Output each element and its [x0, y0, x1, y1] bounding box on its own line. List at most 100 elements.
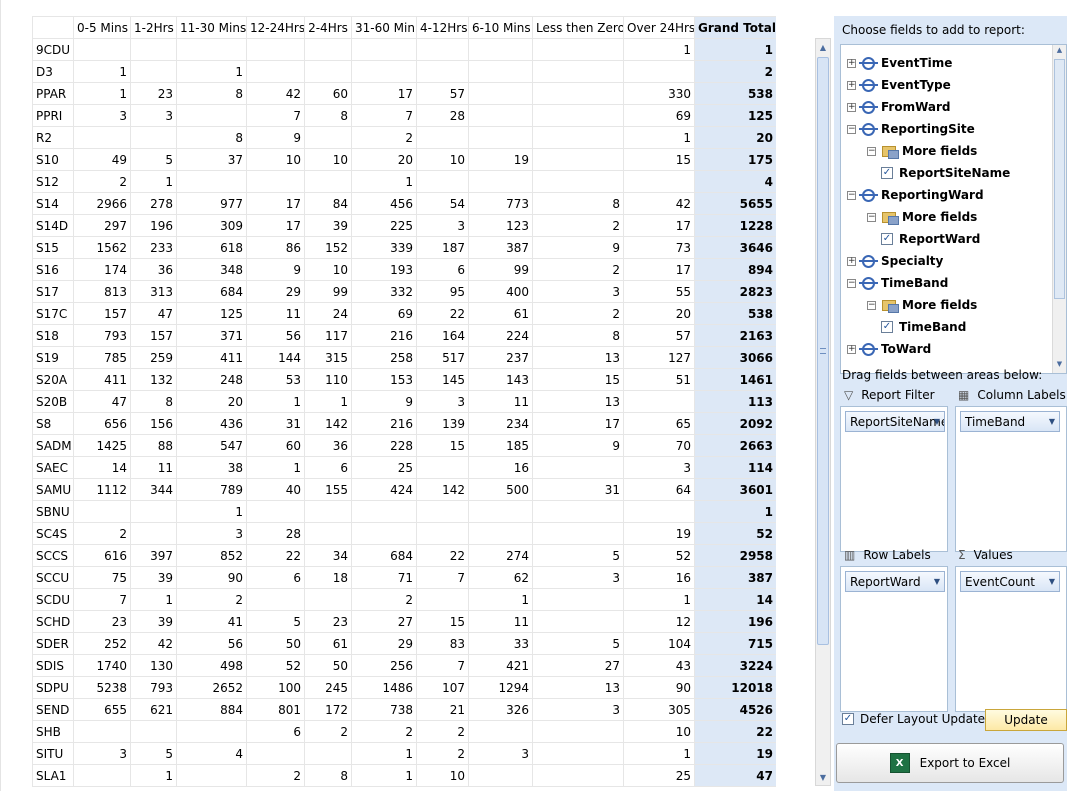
value-cell: 43 [623, 654, 695, 677]
tree-field-item[interactable]: + EventTime [847, 54, 952, 72]
row-label-cell: S16 [32, 258, 74, 281]
tree-scroll-down-icon[interactable]: ▼ [1053, 360, 1066, 372]
value-cell: 684 [176, 280, 247, 303]
field-tree-scrollbar[interactable]: ▲ ▼ [1052, 45, 1066, 373]
value-cell [532, 742, 624, 765]
value-cell [468, 60, 533, 83]
defer-layout-update[interactable]: ✓ Defer Layout Update [842, 712, 985, 726]
value-cell: 11 [130, 456, 177, 479]
scroll-up-arrow-icon[interactable]: ▲ [816, 39, 830, 55]
scrollbar-thumb[interactable] [817, 57, 829, 645]
table-row: SDER 252 42 56 50 61 29 83 33 5 104 715 [32, 632, 776, 655]
collapse-icon[interactable]: − [867, 212, 876, 222]
tree-folder-item[interactable]: − More fields [867, 208, 977, 226]
tree-folder-item[interactable]: − More fields [867, 296, 977, 314]
expand-icon[interactable]: + [847, 256, 856, 266]
value-cell: 517 [416, 346, 469, 369]
expand-icon[interactable]: + [847, 58, 856, 68]
table-row: PPRI 3 3 7 8 7 28 69 125 [32, 104, 776, 127]
tree-field-item[interactable]: + FromWard [847, 98, 951, 116]
row-label-cell: S14 [32, 192, 74, 215]
value-cell: 49 [73, 148, 131, 171]
update-button[interactable]: Update [985, 709, 1067, 731]
row-label-cell: S10 [32, 148, 74, 171]
value-cell [468, 170, 533, 193]
value-cell: 13 [532, 676, 624, 699]
tree-check-item[interactable]: ✓ ReportWard [881, 230, 980, 248]
grand-total-cell: 3601 [694, 478, 776, 501]
dropdown-arrow-icon[interactable]: ▼ [934, 577, 940, 586]
column-labels-dropzone[interactable]: TimeBand ▼ [955, 406, 1067, 552]
value-cell: 155 [304, 478, 352, 501]
value-cell: 297 [73, 214, 131, 237]
value-cell: 60 [246, 434, 305, 457]
value-cell: 57 [416, 82, 469, 105]
collapse-icon[interactable]: − [867, 300, 876, 310]
report-filter-pill[interactable]: ReportSiteName ▼ [845, 411, 945, 432]
row-label-cell: SCHD [32, 610, 74, 633]
row-label-cell: SBNU [32, 500, 74, 523]
value-cell: 33 [468, 632, 533, 655]
values-pill[interactable]: EventCount ▼ [960, 571, 1060, 592]
value-cell: 11 [468, 610, 533, 633]
value-cell: 1425 [73, 434, 131, 457]
field-checkbox[interactable]: ✓ [881, 321, 893, 333]
report-filter-dropzone[interactable]: ReportSiteName ▼ [840, 406, 948, 552]
column-header: Less then Zero [532, 16, 624, 39]
value-cell: 145 [416, 368, 469, 391]
expand-icon[interactable]: + [847, 102, 856, 112]
tree-field-item[interactable]: + Specialty [847, 252, 943, 270]
collapse-icon[interactable]: − [847, 190, 856, 200]
defer-checkbox[interactable]: ✓ [842, 713, 854, 725]
tree-scroll-up-icon[interactable]: ▲ [1053, 46, 1066, 58]
dropdown-arrow-icon[interactable]: ▼ [1049, 417, 1055, 426]
row-label-cell: SAMU [32, 478, 74, 501]
value-cell: 185 [468, 434, 533, 457]
value-cell: 1 [130, 764, 177, 787]
tree-check-item[interactable]: ✓ TimeBand [881, 318, 966, 336]
value-cell: 228 [351, 434, 417, 457]
tree-field-item[interactable]: − ReportingWard [847, 186, 984, 204]
row-labels-pill[interactable]: ReportWard ▼ [845, 571, 945, 592]
value-cell: 6 [416, 258, 469, 281]
pivot-vertical-scrollbar[interactable]: ▲ ▼ [815, 38, 831, 786]
row-labels-dropzone[interactable]: ReportWard ▼ [840, 566, 948, 712]
value-cell: 1 [351, 764, 417, 787]
table-row: SCHD 23 39 41 5 23 27 15 11 12 196 [32, 610, 776, 633]
value-cell: 258 [351, 346, 417, 369]
dropdown-arrow-icon[interactable]: ▼ [1049, 577, 1055, 586]
grand-total-cell: 715 [694, 632, 776, 655]
field-checkbox[interactable]: ✓ [881, 167, 893, 179]
collapse-icon[interactable]: − [847, 124, 856, 134]
value-cell: 8 [532, 324, 624, 347]
field-checkbox[interactable]: ✓ [881, 233, 893, 245]
tree-item-label: ReportWard [899, 232, 981, 246]
collapse-icon[interactable]: − [847, 278, 856, 288]
value-cell: 456 [351, 192, 417, 215]
expand-icon[interactable]: + [847, 80, 856, 90]
value-cell: 17 [623, 214, 695, 237]
collapse-icon[interactable]: − [867, 146, 876, 156]
grand-total-cell: 14 [694, 588, 776, 611]
value-cell: 73 [623, 236, 695, 259]
value-cell: 2 [73, 522, 131, 545]
tree-field-item[interactable]: − TimeBand [847, 274, 948, 292]
scroll-down-arrow-icon[interactable]: ▼ [816, 769, 830, 785]
tree-scrollbar-thumb[interactable] [1054, 59, 1065, 299]
grand-total-cell: 2163 [694, 324, 776, 347]
expand-icon[interactable]: + [847, 344, 856, 354]
tree-field-item[interactable]: − ReportingSite [847, 120, 975, 138]
dropdown-arrow-icon[interactable]: ▼ [934, 417, 940, 426]
pivot-table-container: 0-5 Mins 1-2Hrs 11-30 Mins 12-24Hrs 2-4Hrs 31… [32, 16, 776, 791]
export-to-excel-button[interactable]: X Export to Excel [836, 743, 1064, 783]
value-cell: 237 [468, 346, 533, 369]
column-labels-pill[interactable]: TimeBand ▼ [960, 411, 1060, 432]
tree-field-item[interactable]: + EventType [847, 76, 951, 94]
value-cell: 1 [351, 170, 417, 193]
values-text: Values [973, 548, 1013, 562]
tree-check-item[interactable]: ✓ ReportSiteName [881, 164, 1010, 182]
value-cell: 8 [176, 82, 247, 105]
values-dropzone[interactable]: EventCount ▼ [955, 566, 1067, 712]
tree-field-item[interactable]: + ToWard [847, 340, 931, 358]
tree-folder-item[interactable]: − More fields [867, 142, 977, 160]
